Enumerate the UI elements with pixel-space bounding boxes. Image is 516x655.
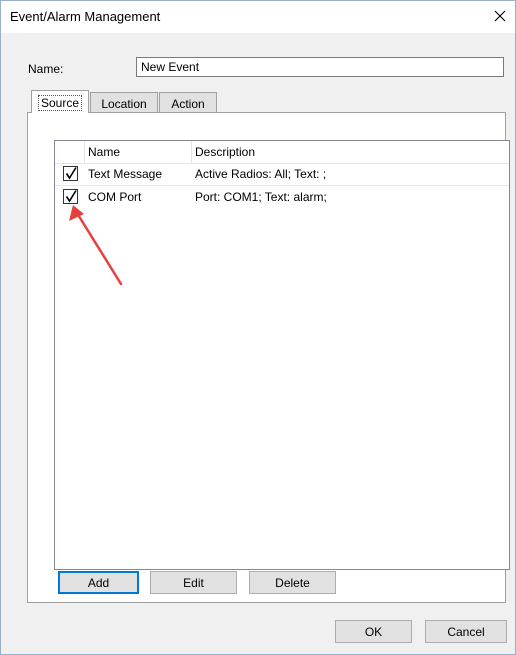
tab-action[interactable]: Action bbox=[159, 92, 217, 112]
tab-location-label: Location bbox=[101, 97, 147, 111]
column-header-name[interactable]: Name bbox=[85, 141, 192, 163]
row-description: Port: COM1; Text: alarm; bbox=[195, 190, 327, 204]
row-description: Active Radios: All; Text: ; bbox=[195, 167, 327, 181]
column-header-check[interactable] bbox=[55, 141, 85, 163]
name-field[interactable] bbox=[136, 57, 504, 77]
add-button[interactable]: Add bbox=[58, 571, 139, 594]
event-alarm-dialog: Event/Alarm Management Name: Source Loca… bbox=[0, 0, 516, 655]
list-row-com-port[interactable]: COM Port Port: COM1; Text: alarm; bbox=[55, 186, 509, 208]
row-name: COM Port bbox=[88, 190, 142, 204]
row-checkbox[interactable] bbox=[63, 189, 78, 204]
window-title: Event/Alarm Management bbox=[10, 9, 161, 24]
row-check-cell bbox=[55, 186, 85, 208]
row-checkbox[interactable] bbox=[63, 166, 78, 181]
close-button[interactable] bbox=[485, 1, 515, 33]
edit-button[interactable]: Edit bbox=[150, 571, 237, 594]
checkmark-icon bbox=[65, 167, 77, 180]
checkmark-icon bbox=[65, 190, 77, 203]
tab-location[interactable]: Location bbox=[90, 92, 158, 112]
row-name: Text Message bbox=[88, 167, 163, 181]
close-icon bbox=[494, 10, 506, 25]
delete-button[interactable]: Delete bbox=[249, 571, 336, 594]
list-header: Name Description bbox=[55, 141, 509, 164]
tab-source[interactable]: Source bbox=[31, 90, 89, 113]
column-header-description[interactable]: Description bbox=[192, 141, 509, 163]
title-bar[interactable]: Event/Alarm Management bbox=[1, 1, 515, 33]
row-check-cell bbox=[55, 163, 85, 185]
name-label: Name: bbox=[28, 62, 64, 76]
list-row-text-message[interactable]: Text Message Active Radios: All; Text: ; bbox=[55, 163, 509, 186]
tab-action-label: Action bbox=[171, 97, 205, 111]
cancel-button[interactable]: Cancel bbox=[425, 620, 507, 643]
tab-source-label: Source bbox=[37, 95, 83, 111]
source-list[interactable]: Name Description Text Message Active Rad… bbox=[54, 140, 510, 570]
ok-button[interactable]: OK bbox=[335, 620, 412, 643]
